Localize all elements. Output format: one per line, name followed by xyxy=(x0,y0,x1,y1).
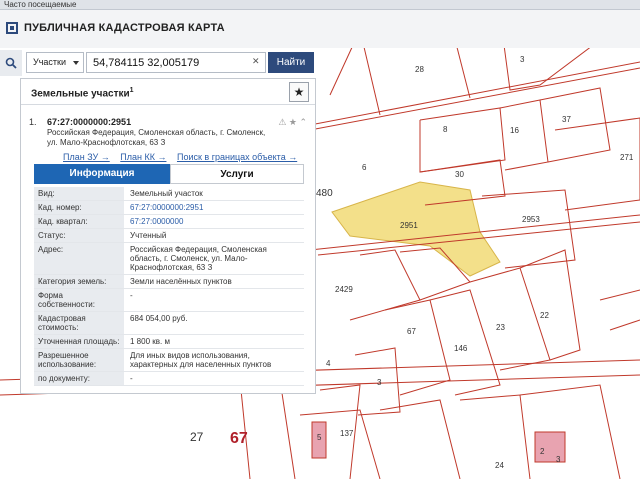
row-key: Адрес: xyxy=(34,243,124,274)
table-row: Вид: Земельный участок xyxy=(34,187,304,201)
row-key: Кад. номер: xyxy=(34,201,124,214)
table-row: Форма собственности: - xyxy=(34,289,304,312)
clear-icon[interactable]: ✕ xyxy=(252,56,260,67)
row-key: Кадастровая стоимость: xyxy=(34,312,124,334)
row-key: Вид: xyxy=(34,187,124,200)
table-row: Разрешенное использование: Для иных видов… xyxy=(34,349,304,372)
plan-kk-link[interactable]: План КК → xyxy=(120,152,166,162)
tab-info[interactable]: Информация xyxy=(34,164,170,184)
map-label: 4 xyxy=(326,359,331,368)
map-label: 67 xyxy=(230,430,248,447)
row-value: 1 800 кв. м xyxy=(130,337,170,346)
bookmarks-label[interactable]: Часто посещаемые xyxy=(4,0,76,9)
row-value: Земли населённых пунктов xyxy=(130,277,232,286)
row-value: - xyxy=(130,291,133,300)
map-label: 3 xyxy=(377,378,382,387)
row-key: Форма собственности: xyxy=(34,289,124,311)
table-row: по документу: - xyxy=(34,372,304,386)
app-header: ПУБЛИЧНАЯ КАДАСТРОВАЯ КАРТА xyxy=(0,10,640,48)
search-boundaries-link[interactable]: Поиск в границах объекта → xyxy=(177,152,297,162)
row-key: по документу: xyxy=(34,372,124,385)
find-button[interactable]: Найти xyxy=(268,52,314,73)
table-row: Категория земель: Земли населённых пункто… xyxy=(34,275,304,289)
logo-icon xyxy=(6,22,18,34)
table-row: Кад. номер: 67:27:0000000:2951 xyxy=(34,201,304,215)
row-value: 684 054,00 руб. xyxy=(130,314,188,323)
plan-zu-link[interactable]: План ЗУ → xyxy=(63,152,110,162)
map-label: 28 xyxy=(415,65,424,74)
map-label: 3 xyxy=(556,455,561,464)
browser-bookmarks-bar: Часто посещаемые xyxy=(0,0,640,10)
map-label: 6 xyxy=(362,163,367,172)
map-label: 8 xyxy=(443,125,448,134)
search-bar: Участки ✕ Найти xyxy=(0,50,320,76)
panel-header: Земельные участки1 ★ xyxy=(21,79,315,105)
panel-title-text: Земельные участки xyxy=(31,88,130,100)
map-label: 30 xyxy=(455,170,464,179)
map-label: 480 xyxy=(316,188,333,199)
row-value: Земельный участок xyxy=(130,189,203,198)
row-key: Кад. квартал: xyxy=(34,215,124,228)
info-panel: Земельные участки1 ★ 1. 67:27:0000000:29… xyxy=(20,78,316,394)
result-links: План ЗУ → План КК → Поиск в границах объ… xyxy=(63,152,305,162)
result-address: Российская Федерация, Смоленская область… xyxy=(47,128,266,147)
map-label: 2 xyxy=(540,447,545,456)
table-row: Кадастровая стоимость: 684 054,00 руб. xyxy=(34,312,304,335)
row-key: Категория земель: xyxy=(34,275,124,288)
result-tools[interactable]: ⚠ ★ ⌃ xyxy=(278,117,307,128)
row-key: Уточненная площадь: xyxy=(34,335,124,348)
row-value: Российская Федерация, Смоленская область… xyxy=(130,245,267,272)
map-label: 27 xyxy=(190,430,204,444)
result-number: 1. xyxy=(29,117,37,127)
row-value: Учтенный xyxy=(130,231,167,240)
map-label: 16 xyxy=(510,126,519,135)
row-value: Для иных видов использования, характерны… xyxy=(130,351,272,369)
map-label: 67 xyxy=(407,327,416,336)
search-input[interactable] xyxy=(86,52,266,73)
attributes-table: Вид: Земельный участок Кад. номер: 67:27:0… xyxy=(34,187,304,386)
map-label: 2953 xyxy=(522,215,540,224)
row-key: Статус: xyxy=(34,229,124,242)
map-label: 271 xyxy=(620,153,634,162)
map-label: 37 xyxy=(562,115,571,124)
map-label: 23 xyxy=(496,323,505,332)
map-label: 2429 xyxy=(335,285,353,294)
panel-tabs: Информация Услуги xyxy=(34,164,304,184)
table-row: Статус: Учтенный xyxy=(34,229,304,243)
map-label: 137 xyxy=(340,429,354,438)
search-icon[interactable] xyxy=(0,50,22,76)
map-label: 5 xyxy=(317,433,322,442)
category-select[interactable]: Участки xyxy=(26,52,84,73)
panel-title: Земельные участки1 xyxy=(31,87,134,99)
map-label: 146 xyxy=(454,344,468,353)
star-icon[interactable]: ★ xyxy=(289,82,309,102)
tab-services[interactable]: Услуги xyxy=(170,164,304,184)
row-value-link[interactable]: 67:27:0000000 xyxy=(124,215,304,228)
row-key: Разрешенное использование: xyxy=(34,349,124,371)
table-row: Кад. квартал: 67:27:0000000 xyxy=(34,215,304,229)
category-value: Участки xyxy=(33,57,66,67)
panel-count: 1 xyxy=(129,87,134,94)
map-label: 3 xyxy=(520,55,525,64)
map-label: 24 xyxy=(495,461,504,470)
app-title: ПУБЛИЧНАЯ КАДАСТРОВАЯ КАРТА xyxy=(24,22,225,34)
row-value: - xyxy=(130,374,133,383)
row-value-link[interactable]: 67:27:0000000:2951 xyxy=(124,201,304,214)
table-row: Адрес: Российская Федерация, Смоленская о… xyxy=(34,243,304,275)
chevron-down-icon xyxy=(73,61,79,65)
result-cadastral-id[interactable]: 67:27:0000000:2951 xyxy=(47,117,131,127)
table-row: Уточненная площадь: 1 800 кв. м xyxy=(34,335,304,349)
map-label: 22 xyxy=(540,311,549,320)
map-label: 2951 xyxy=(400,221,418,230)
